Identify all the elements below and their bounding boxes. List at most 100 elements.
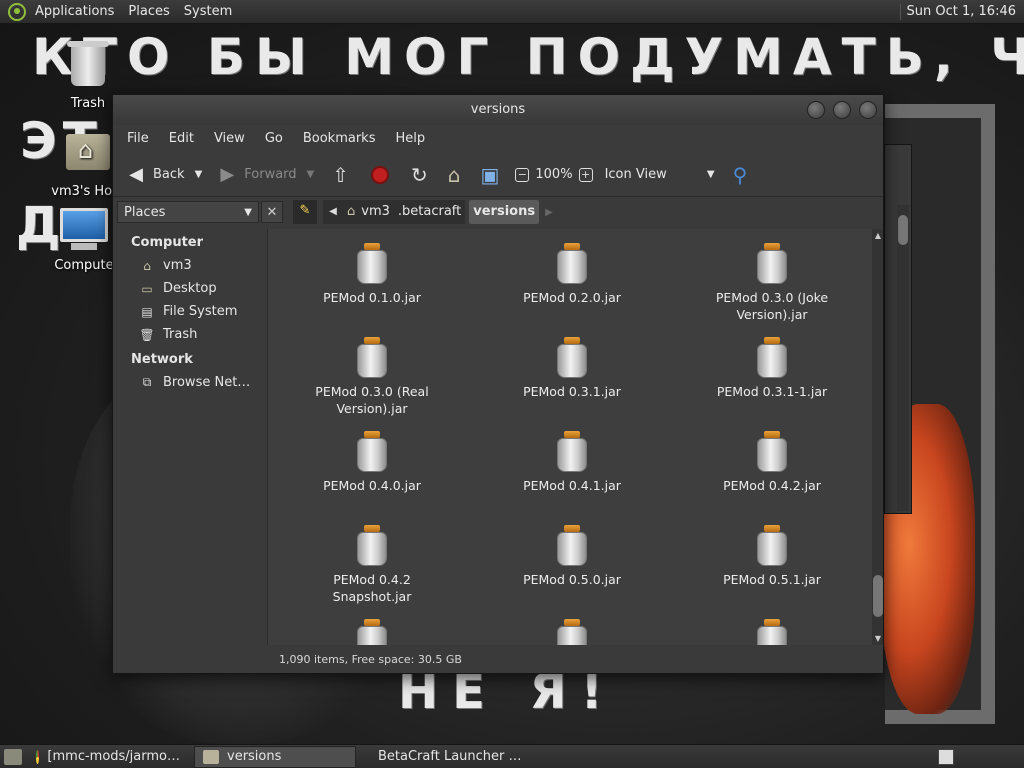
places-select-label: Places	[124, 204, 166, 220]
back-button[interactable]: ◀ Back	[119, 160, 191, 190]
file-item[interactable]: PEMod 0.3.1.jar	[472, 337, 672, 425]
breadcrumb-betacraft[interactable]: .betacraft	[393, 200, 466, 224]
sidebar-item-desktop[interactable]: ▭ Desktop	[113, 277, 265, 300]
back-arrow-icon: ◀	[129, 164, 143, 185]
sidebar: Computer ⌂ vm3 ▭ Desktop ▤ File System 🗑…	[113, 229, 265, 649]
sidebar-item-vm3[interactable]: ⌂ vm3	[113, 254, 265, 277]
home-icon[interactable]: ⌂	[438, 163, 471, 187]
home-folder-icon: ⌂	[143, 258, 151, 273]
menu-bookmarks[interactable]: Bookmarks	[293, 125, 386, 153]
sidebar-places-select[interactable]: Places ▼	[117, 201, 259, 223]
vertical-scrollbar[interactable]: ▲ ▼	[872, 229, 883, 645]
sidebar-item-file-system[interactable]: ▤ File System	[113, 300, 265, 323]
file-item[interactable]: PEMod 0.4.1.jar	[472, 431, 672, 519]
file-item[interactable]: PEMod 0.3.1-1.jar	[672, 337, 872, 425]
menu-applications[interactable]: Applications	[28, 0, 121, 24]
file-item[interactable]	[672, 619, 872, 645]
toolbar: ◀ Back ▼ ▶ Forward ▼ ⇧ ↻ ⌂ ▣ − 100% + Ic…	[113, 153, 883, 197]
forward-history-dropdown[interactable]: ▼	[307, 169, 315, 180]
maximize-button[interactable]	[833, 101, 851, 119]
menu-edit[interactable]: Edit	[159, 125, 204, 153]
window-title: versions	[470, 102, 526, 117]
sidebar-item-label: Browse Net…	[163, 375, 251, 390]
breadcrumb-versions[interactable]: versions	[469, 200, 540, 224]
show-desktop-icon[interactable]	[4, 748, 22, 765]
close-sidebar-icon[interactable]: ✕	[261, 201, 283, 223]
trash-icon: 🗑	[139, 327, 155, 342]
file-item[interactable]	[272, 619, 472, 645]
jar-file-icon	[356, 243, 388, 285]
menu-file[interactable]: File	[117, 125, 159, 153]
desktop-folder-icon: ▭	[141, 281, 153, 296]
file-item[interactable]: PEMod 0.3.0 (Real Version).jar	[272, 337, 472, 425]
menubar: File Edit View Go Bookmarks Help	[113, 125, 883, 153]
menu-go[interactable]: Go	[255, 125, 293, 153]
clock[interactable]: Sun Oct 1, 16:46	[907, 4, 1024, 19]
menu-system[interactable]: System	[177, 0, 239, 24]
taskbar-item-browser[interactable]: [mmc-mods/jarmo…	[28, 746, 188, 768]
breadcrumb-left-arrow-icon[interactable]: ◀	[323, 200, 343, 224]
background-window[interactable]	[884, 144, 912, 514]
file-name: PEMod 0.4.0.jar	[323, 478, 421, 493]
breadcrumb-home[interactable]: ⌂ vm3	[343, 200, 394, 224]
computer-icon[interactable]: ▣	[470, 163, 509, 187]
window-controls	[807, 101, 877, 119]
chevron-down-icon: ▼	[706, 169, 715, 180]
scrollbar-thumb[interactable]	[873, 575, 883, 617]
file-item[interactable]: PEMod 0.4.2 Snapshot.jar	[272, 525, 472, 613]
file-view[interactable]: PEMod 0.1.0.jar PEMod 0.2.0.jar PEMod 0.…	[267, 229, 883, 645]
menu-places[interactable]: Places	[121, 0, 176, 24]
back-history-dropdown[interactable]: ▼	[195, 169, 203, 180]
reload-icon[interactable]: ↻	[401, 163, 438, 187]
top-panel: Applications Places System Sun Oct 1, 16…	[0, 0, 1024, 24]
file-item[interactable]: PEMod 0.5.0.jar	[472, 525, 672, 613]
jar-file-icon	[756, 619, 788, 645]
wallpaper-text-line1: КТО БЫ МОГ ПОДУМАТЬ, ЧТО Я –	[32, 28, 1024, 86]
search-icon[interactable]: ⚲	[733, 163, 748, 187]
file-item[interactable]: PEMod 0.2.0.jar	[472, 243, 672, 331]
home-folder-icon: ⌂	[347, 204, 356, 219]
scroll-up-icon[interactable]: ▲	[873, 231, 883, 240]
edit-location-icon[interactable]: ✎	[293, 200, 317, 224]
zoom-in-icon[interactable]: +	[578, 167, 593, 182]
zoom-level: 100%	[535, 167, 573, 182]
file-item[interactable]	[472, 619, 672, 645]
file-name: PEMod 0.4.2.jar	[723, 478, 821, 493]
taskbar-item-versions[interactable]: versions	[194, 745, 356, 768]
breadcrumb-right-arrow-icon[interactable]: ▶	[545, 207, 553, 218]
taskbar-item-betacraft[interactable]: BetaCraft Launcher …	[362, 746, 528, 768]
file-item[interactable]: PEMod 0.4.2.jar	[672, 431, 872, 519]
forward-button[interactable]: ▶ Forward	[210, 160, 302, 190]
minimize-button[interactable]	[807, 101, 825, 119]
up-arrow-icon[interactable]: ⇧	[322, 163, 359, 187]
file-item[interactable]: PEMod 0.5.1.jar	[672, 525, 872, 613]
sidebar-item-browse-network[interactable]: ⧉ Browse Net…	[113, 371, 265, 394]
taskbar-item-label: [mmc-mods/jarmo…	[47, 749, 180, 764]
file-item[interactable]: PEMod 0.3.0 (Joke Version).jar	[672, 243, 872, 331]
top-panel-right: Sun Oct 1, 16:46	[894, 0, 1024, 24]
taskbar: [mmc-mods/jarmo… versions BetaCraft Laun…	[0, 744, 1024, 768]
jar-file-icon	[356, 337, 388, 379]
jar-file-icon	[356, 619, 388, 645]
file-name: PEMod 0.3.0 (Joke Version).jar	[715, 290, 829, 322]
file-item[interactable]: PEMod 0.4.0.jar	[272, 431, 472, 519]
jar-file-icon	[756, 431, 788, 473]
stop-icon[interactable]	[371, 165, 390, 184]
view-mode-select[interactable]: Icon View ▼	[605, 167, 715, 182]
file-item[interactable]: PEMod 0.1.0.jar	[272, 243, 472, 331]
scroll-down-icon[interactable]: ▼	[873, 634, 883, 643]
window-titlebar[interactable]: versions	[113, 95, 883, 125]
background-window-scrollbar[interactable]	[897, 205, 909, 511]
distro-logo-icon[interactable]	[8, 2, 26, 21]
taskbar-item-label: BetaCraft Launcher …	[378, 749, 522, 764]
sidebar-item-trash[interactable]: 🗑 Trash	[113, 323, 265, 346]
menu-help[interactable]: Help	[385, 125, 435, 153]
workspace-switcher[interactable]	[938, 748, 954, 765]
file-grid: PEMod 0.1.0.jar PEMod 0.2.0.jar PEMod 0.…	[272, 243, 868, 645]
sidebar-item-label: Trash	[163, 327, 198, 342]
sidebar-item-label: Desktop	[163, 281, 217, 296]
zoom-out-icon[interactable]: −	[515, 167, 530, 182]
close-button[interactable]	[859, 101, 877, 119]
menu-view[interactable]: View	[204, 125, 255, 153]
forward-label: Forward	[244, 167, 297, 182]
